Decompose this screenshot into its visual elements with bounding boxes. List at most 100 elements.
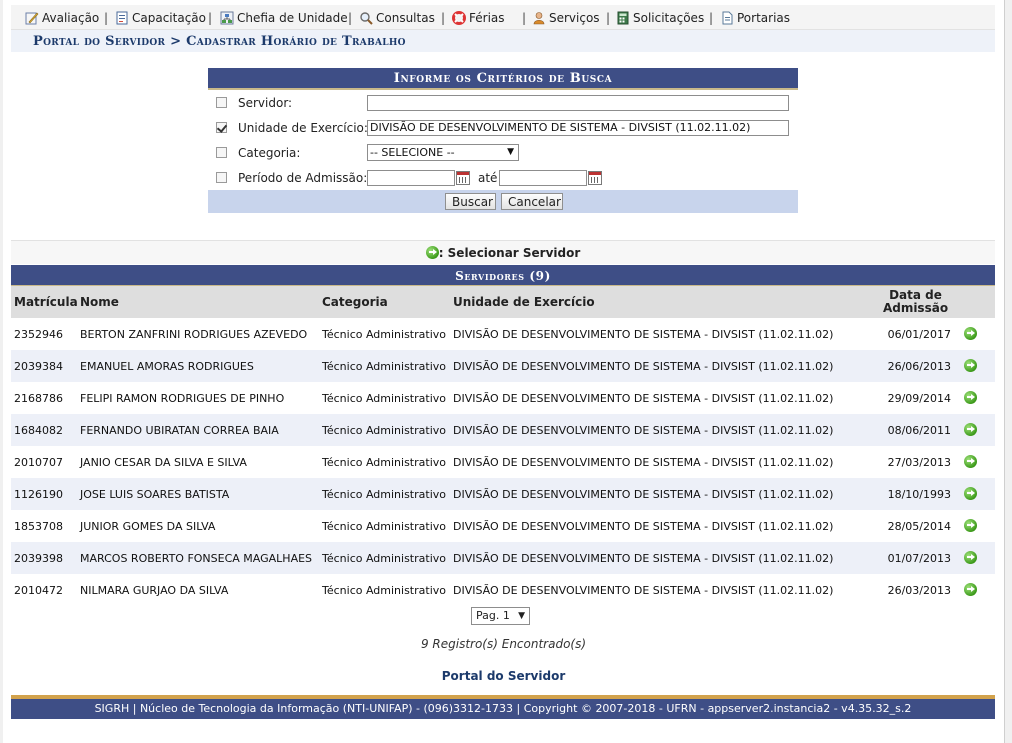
portal-do-servidor-link[interactable]: Portal do Servidor bbox=[3, 669, 1004, 683]
cell-action bbox=[961, 446, 995, 478]
cell-data-admissao: 27/03/2013 bbox=[870, 446, 961, 478]
menu-item-label: Solicitações bbox=[633, 11, 705, 25]
menu-item-capacitacao[interactable]: Capacitação bbox=[115, 5, 206, 29]
cell-data-admissao: 26/03/2013 bbox=[870, 574, 961, 606]
cell-categoria: Técnico Administrativo bbox=[319, 574, 450, 606]
caret-down-icon: ▼ bbox=[518, 611, 525, 621]
cell-data-admissao: 29/09/2014 bbox=[870, 382, 961, 414]
user-icon bbox=[533, 12, 545, 25]
menu-item-chefia[interactable]: Chefia de Unidade bbox=[220, 5, 348, 29]
cell-matricula: 2039398 bbox=[11, 542, 77, 574]
cell-nome: JOSE LUIS SOARES BATISTA bbox=[77, 478, 319, 510]
cell-data-admissao: 18/10/1993 bbox=[870, 478, 961, 510]
results-table: Servidores (9) Matrícula Nome Categoria … bbox=[11, 265, 995, 606]
table-row[interactable]: 1853708 JUNIOR GOMES DA SILVA Técnico Ad… bbox=[11, 510, 995, 542]
cell-matricula: 1853708 bbox=[11, 510, 77, 542]
legend: : Selecionar Servidor bbox=[11, 240, 995, 264]
menu-item-solicitacoes[interactable]: Solicitações bbox=[616, 5, 704, 29]
cell-categoria: Técnico Administrativo bbox=[319, 446, 450, 478]
table-row[interactable]: 1126190 JOSE LUIS SOARES BATISTA Técnico… bbox=[11, 478, 995, 510]
cell-matricula: 2352946 bbox=[11, 318, 77, 350]
cell-categoria: Técnico Administrativo bbox=[319, 382, 450, 414]
cell-unidade: DIVISÃO DE DESENVOLVIMENTO DE SISTEMA - … bbox=[450, 414, 870, 446]
cell-nome: FERNANDO UBIRATAN CORREA BAIA bbox=[77, 414, 319, 446]
select-arrow-icon[interactable] bbox=[964, 551, 977, 564]
page-select[interactable]: Pag. 1 ▼ bbox=[471, 607, 530, 625]
search-form-footer: Buscar Cancelar bbox=[208, 190, 798, 213]
select-arrow-icon[interactable] bbox=[964, 359, 977, 372]
periodo-checkbox[interactable] bbox=[216, 172, 227, 183]
periodo-end-input[interactable] bbox=[499, 170, 587, 186]
servidor-row: Servidor: bbox=[208, 91, 798, 116]
select-arrow-icon[interactable] bbox=[964, 519, 977, 532]
table-row[interactable]: 2039384 EMANUEL AMORAS RODRIGUES Técnico… bbox=[11, 350, 995, 382]
cancelar-button[interactable]: Cancelar bbox=[501, 193, 563, 210]
column-header-unidade: Unidade de Exercício bbox=[450, 286, 870, 318]
servidor-checkbox[interactable] bbox=[216, 97, 227, 108]
select-arrow-icon[interactable] bbox=[964, 327, 977, 340]
cell-matricula: 1684082 bbox=[11, 414, 77, 446]
unidade-input[interactable]: DIVISÃO DE DESENVOLVIMENTO DE SISTEMA - … bbox=[367, 120, 789, 136]
select-arrow-icon[interactable] bbox=[964, 583, 977, 596]
column-header-categoria: Categoria bbox=[319, 286, 450, 318]
unidade-checkbox[interactable] bbox=[216, 122, 227, 133]
cell-data-admissao: 28/05/2014 bbox=[870, 510, 961, 542]
column-header-data-admissao: Data de Admissão bbox=[870, 286, 961, 318]
cell-categoria: Técnico Administrativo bbox=[319, 478, 450, 510]
cell-matricula: 2039384 bbox=[11, 350, 77, 382]
page: Avaliação | Capacitação | Chefia de Unid… bbox=[3, 0, 1005, 743]
periodo-row: Período de Admissão: até bbox=[208, 166, 798, 191]
menu-item-consultas[interactable]: Consultas bbox=[359, 5, 435, 29]
column-header-nome: Nome bbox=[77, 286, 319, 318]
menu-separator: | bbox=[522, 11, 527, 25]
search-form: Informe os Critérios de Busca Servidor: … bbox=[208, 68, 798, 213]
categoria-select-value: -- SELECIONE -- bbox=[370, 146, 455, 159]
menu-item-label: Serviços bbox=[549, 11, 600, 25]
categoria-select[interactable]: -- SELECIONE -- ▼ bbox=[367, 144, 519, 161]
form-icon bbox=[116, 11, 128, 25]
cell-matricula: 2168786 bbox=[11, 382, 77, 414]
periodo-ate-label: até bbox=[478, 171, 498, 185]
buscar-button[interactable]: Buscar bbox=[445, 193, 496, 210]
cell-action bbox=[961, 318, 995, 350]
legend-text: : Selecionar Servidor bbox=[438, 246, 581, 260]
select-arrow-icon[interactable] bbox=[964, 391, 977, 404]
menu-item-portarias[interactable]: Portarias bbox=[720, 5, 790, 29]
search-form-title: Informe os Critérios de Busca bbox=[208, 68, 798, 90]
table-row[interactable]: 2039398 MARCOS ROBERTO FONSECA MAGALHAES… bbox=[11, 542, 995, 574]
table-row[interactable]: 2168786 FELIPI RAMON RODRIGUES DE PINHO … bbox=[11, 382, 995, 414]
menu-item-label: Chefia de Unidade bbox=[237, 11, 348, 25]
cell-action bbox=[961, 542, 995, 574]
menu-separator: | bbox=[348, 11, 353, 25]
menu-item-ferias[interactable]: Férias bbox=[452, 5, 505, 29]
cell-nome: JANIO CESAR DA SILVA E SILVA bbox=[77, 446, 319, 478]
select-arrow-icon[interactable] bbox=[964, 423, 977, 436]
select-arrow-icon[interactable] bbox=[964, 487, 977, 500]
cell-unidade: DIVISÃO DE DESENVOLVIMENTO DE SISTEMA - … bbox=[450, 350, 870, 382]
table-row[interactable]: 2352946 BERTON ZANFRINI RODRIGUES AZEVED… bbox=[11, 318, 995, 350]
cell-data-admissao: 26/06/2013 bbox=[870, 350, 961, 382]
cell-categoria: Técnico Administrativo bbox=[319, 414, 450, 446]
categoria-label: Categoria: bbox=[238, 146, 301, 160]
calculator-icon bbox=[617, 11, 629, 25]
column-header-action bbox=[961, 286, 995, 318]
table-row[interactable]: 2010707 JANIO CESAR DA SILVA E SILVA Téc… bbox=[11, 446, 995, 478]
calendar-icon[interactable] bbox=[456, 171, 470, 185]
servidor-input[interactable] bbox=[367, 95, 789, 111]
cell-unidade: DIVISÃO DE DESENVOLVIMENTO DE SISTEMA - … bbox=[450, 446, 870, 478]
menu-item-servicos[interactable]: Serviços bbox=[532, 5, 600, 29]
menu-item-avaliacao[interactable]: Avaliação bbox=[25, 5, 99, 29]
cell-nome: JUNIOR GOMES DA SILVA bbox=[77, 510, 319, 542]
cell-action bbox=[961, 510, 995, 542]
select-arrow-icon[interactable] bbox=[964, 455, 977, 468]
menu-separator: | bbox=[709, 11, 714, 25]
table-row[interactable]: 1684082 FERNANDO UBIRATAN CORREA BAIA Té… bbox=[11, 414, 995, 446]
lifebuoy-icon bbox=[452, 11, 466, 25]
cell-matricula: 1126190 bbox=[11, 478, 77, 510]
periodo-start-input[interactable] bbox=[367, 170, 455, 186]
calendar-icon[interactable] bbox=[588, 171, 602, 185]
cell-categoria: Técnico Administrativo bbox=[319, 510, 450, 542]
cell-nome: MARCOS ROBERTO FONSECA MAGALHAES bbox=[77, 542, 319, 574]
categoria-checkbox[interactable] bbox=[216, 147, 227, 158]
table-row[interactable]: 2010472 NILMARA GURJAO DA SILVA Técnico … bbox=[11, 574, 995, 606]
